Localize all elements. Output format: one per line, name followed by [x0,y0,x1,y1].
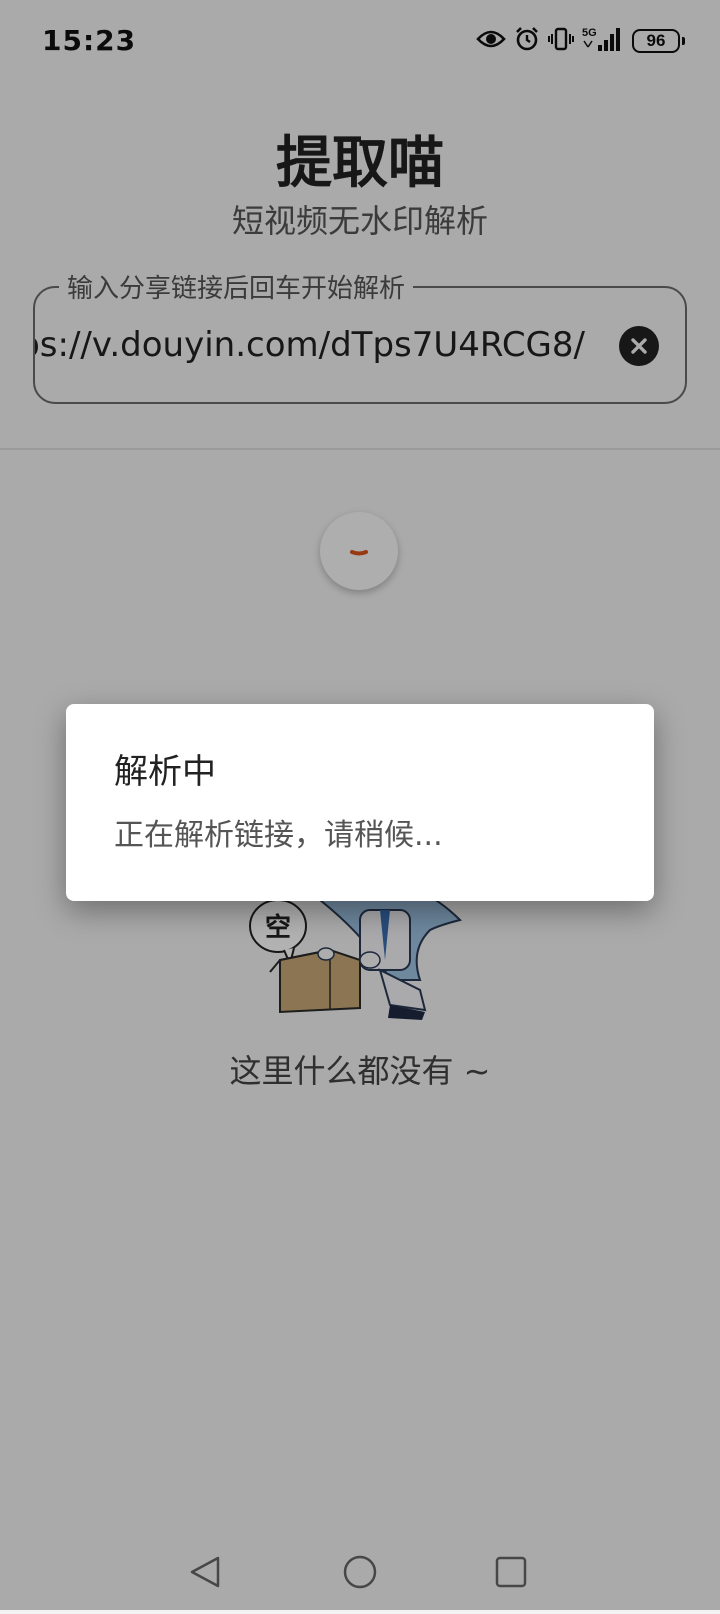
loading-dialog: 解析中 正在解析链接，请稍候... [66,704,654,901]
dialog-message: 正在解析链接，请稍候... [114,818,443,853]
dialog-title: 解析中 [114,752,216,792]
